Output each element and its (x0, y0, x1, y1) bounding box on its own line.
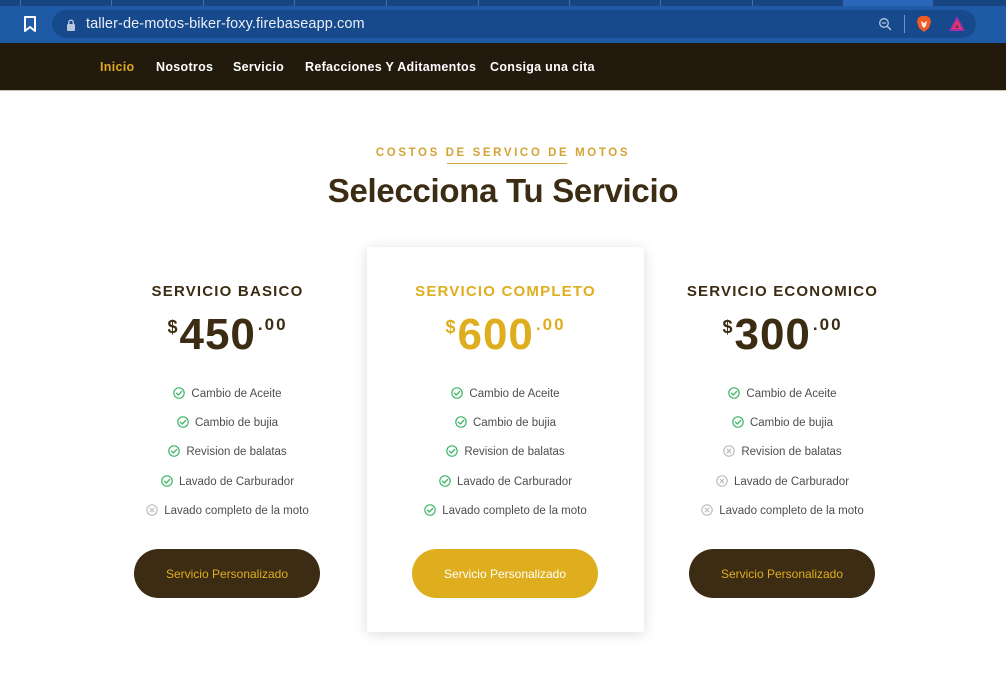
servicio-personalizado-button[interactable]: Servicio Personalizado (412, 549, 598, 598)
active-tab[interactable] (843, 0, 933, 6)
plan-name: SERVICIO COMPLETO (415, 283, 596, 300)
check-circle-icon (161, 474, 173, 487)
tab-divider (478, 0, 479, 6)
plan-name: SERVICIO BASICO (151, 283, 304, 300)
feature-item: Revision de balatas (89, 445, 366, 474)
url-text[interactable]: taller-de-motos-biker-foxy.firebaseapp.c… (86, 16, 365, 32)
check-circle-icon (455, 416, 467, 428)
feature-item: Revision de balatas (644, 445, 921, 474)
tab-divider (203, 0, 204, 6)
feature-label: Lavado completo de la moto (442, 504, 587, 517)
nav-item-inicio[interactable]: Inicio (100, 60, 134, 74)
pricing-card-economico: SERVICIO ECONOMICO $300.00 Cambio de Ace… (644, 247, 921, 632)
feature-item: Lavado completo de la moto (89, 503, 366, 533)
plan-price: $450.00 (89, 309, 366, 361)
plan-name: SERVICIO ECONOMICO (686, 283, 879, 300)
feature-label: Lavado completo de la moto (164, 504, 309, 517)
check-circle-icon (439, 474, 451, 487)
x-circle-icon (716, 474, 728, 487)
servicio-personalizado-button[interactable]: Servicio Personalizado (689, 549, 875, 598)
nav-item-servicio[interactable]: Servicio (233, 60, 284, 74)
plan-price: $600.00 (367, 309, 644, 361)
tab-strip[interactable] (0, 0, 1006, 6)
section-title: Selecciona Tu Servicio (327, 172, 679, 209)
price-currency: $ (722, 317, 733, 337)
tab-divider (660, 0, 661, 6)
feature-label: Cambio de bujia (472, 417, 557, 430)
feature-item: Lavado completo de la moto (367, 503, 644, 533)
feature-label: Revision de balatas (464, 446, 565, 459)
x-circle-icon (723, 445, 736, 458)
check-circle-icon (446, 445, 459, 458)
feature-item: Cambio de bujia (644, 416, 921, 445)
feature-label: Lavado completo de la moto (719, 504, 864, 517)
feature-item: Cambio de bujia (89, 416, 366, 445)
address-bar[interactable]: taller-de-motos-biker-foxy.firebaseapp.c… (52, 10, 976, 38)
tab-divider (386, 0, 387, 6)
price-cents: .00 (257, 315, 288, 334)
feature-label: Cambio de bujia (749, 417, 834, 430)
price-amount: 300 (734, 310, 811, 359)
plan-price: $300.00 (644, 309, 921, 361)
address-bar-divider (904, 15, 905, 33)
bookmark-icon[interactable] (20, 14, 40, 34)
feature-item: Cambio de Aceite (367, 387, 644, 416)
price-amount: 450 (179, 310, 256, 359)
feature-label: Lavado de Carburador (733, 475, 850, 488)
price-cents: .00 (812, 315, 843, 334)
pricing-card-basico: SERVICIO BASICO $450.00 Cambio de Aceite… (89, 247, 366, 632)
feature-label: Cambio de Aceite (469, 388, 560, 400)
check-circle-icon (177, 416, 189, 428)
price-currency: $ (445, 317, 456, 337)
price-cents: .00 (535, 315, 566, 334)
feature-item: Lavado de Carburador (89, 474, 366, 504)
feature-item: Revision de balatas (367, 445, 644, 474)
check-circle-icon (732, 416, 744, 428)
lock-icon (66, 18, 76, 31)
zoom-icon[interactable] (878, 17, 892, 31)
x-circle-icon (146, 503, 159, 516)
feature-item: Lavado completo de la moto (644, 503, 921, 533)
feature-item: Cambio de bujia (367, 416, 644, 445)
pricing-card-completo: SERVICIO COMPLETO $600.00 Cambio de Acei… (367, 247, 644, 632)
eyebrow-underline (447, 163, 567, 164)
feature-item: Lavado de Carburador (644, 474, 921, 504)
brave-shields-icon[interactable] (916, 15, 932, 33)
section-eyebrow: COSTOS DE SERVICO DE MOTOS (375, 147, 631, 159)
nav-item-nosotros[interactable]: Nosotros (156, 60, 213, 74)
feature-label: Lavado de Carburador (178, 475, 295, 488)
price-currency: $ (167, 317, 178, 337)
feature-item: Cambio de Aceite (89, 387, 366, 416)
feature-list: Cambio de Aceite Cambio de bujia Revisio… (367, 387, 644, 533)
feature-label: Cambio de bujia (194, 417, 279, 430)
feature-label: Lavado de Carburador (456, 475, 573, 488)
check-circle-icon (173, 387, 186, 399)
feature-list: Cambio de Aceite Cambio de bujia Revisio… (644, 387, 921, 533)
check-circle-icon (728, 387, 741, 399)
feature-list: Cambio de Aceite Cambio de bujia Revisio… (89, 387, 366, 533)
nav-item-cita[interactable]: Consiga una cita (490, 60, 595, 74)
check-circle-icon (424, 503, 437, 516)
feature-label: Revision de balatas (741, 446, 842, 459)
browser-toolbar: taller-de-motos-biker-foxy.firebaseapp.c… (0, 0, 1006, 43)
brave-rewards-icon[interactable] (948, 15, 966, 33)
nav-item-refacciones[interactable]: Refacciones Y Aditamentos (305, 60, 476, 74)
feature-item: Lavado de Carburador (367, 474, 644, 504)
site-navbar: Inicio Nosotros Servicio Refacciones Y A… (0, 43, 1006, 91)
servicio-personalizado-button[interactable]: Servicio Personalizado (134, 549, 320, 598)
feature-label: Cambio de Aceite (191, 388, 282, 400)
x-circle-icon (701, 503, 714, 516)
tab-divider (20, 0, 21, 6)
check-circle-icon (168, 445, 181, 458)
feature-label: Cambio de Aceite (746, 388, 837, 400)
tab-divider (569, 0, 570, 6)
check-circle-icon (451, 387, 464, 399)
price-amount: 600 (457, 310, 534, 359)
feature-label: Revision de balatas (186, 446, 287, 459)
feature-item: Cambio de Aceite (644, 387, 921, 416)
tab-divider (111, 0, 112, 6)
tab-divider (294, 0, 295, 6)
tab-divider (752, 0, 753, 6)
